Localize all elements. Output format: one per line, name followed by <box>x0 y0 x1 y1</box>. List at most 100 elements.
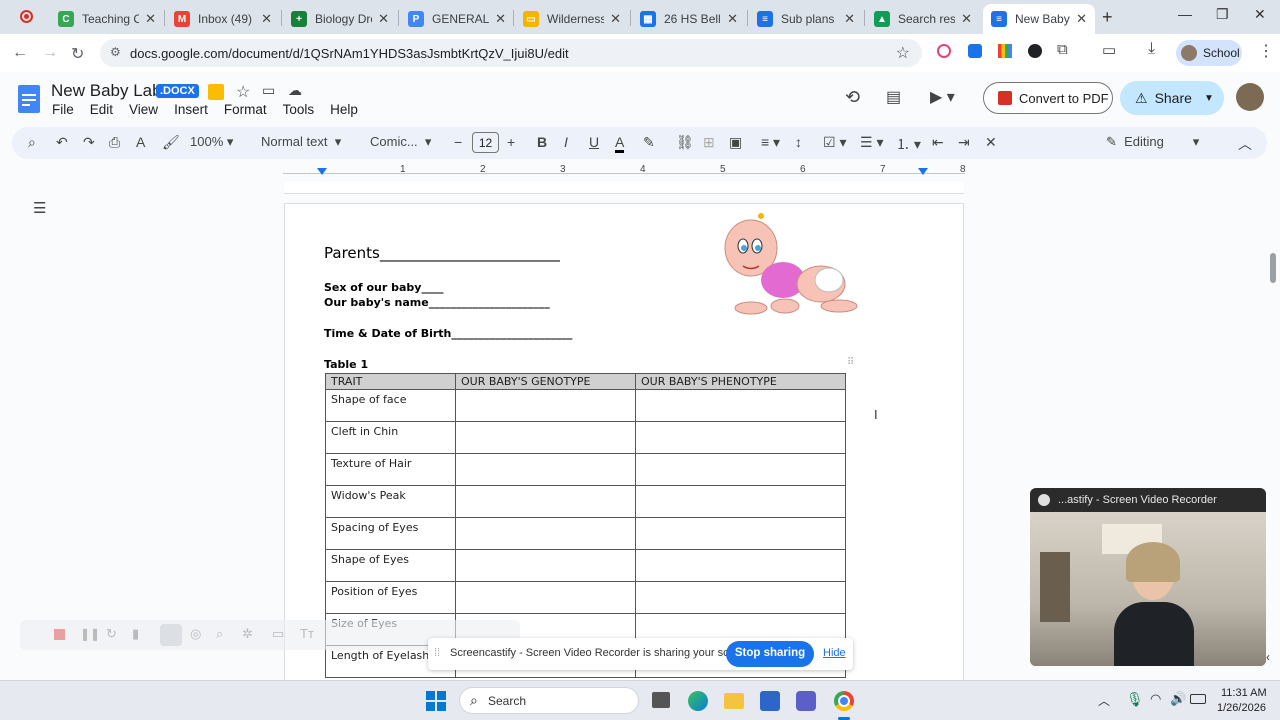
baby-clipart[interactable] <box>721 210 863 320</box>
link-icon[interactable]: ⛓ <box>676 134 694 151</box>
version-history-icon[interactable]: ⟲ <box>845 87 860 108</box>
close-window-icon[interactable]: ✕ <box>1254 6 1266 23</box>
stop-record-icon[interactable] <box>54 629 65 640</box>
clear-format-icon[interactable]: ✕ <box>985 134 997 151</box>
paint-format-icon[interactable]: 🖌 <box>162 134 180 151</box>
menu-item-view[interactable]: View <box>129 102 158 117</box>
store-icon[interactable] <box>760 691 780 711</box>
extension-icon[interactable] <box>968 44 982 58</box>
browser-tab[interactable]: ≡ Sub plans 12 ✕ <box>749 4 863 34</box>
zoom-icon[interactable]: ⌕ <box>216 626 223 642</box>
bold-icon[interactable]: B <box>537 134 547 150</box>
extension-badge-icon[interactable] <box>208 84 224 100</box>
phenotype-cell[interactable] <box>635 421 846 454</box>
trait-cell[interactable]: Spacing of Eyes <box>325 517 456 550</box>
genotype-cell[interactable] <box>455 485 636 518</box>
browser-tab[interactable]: ▦ 26 HS Bell Sc ✕ <box>632 4 746 34</box>
collapse-menus-icon[interactable]: ︿ <box>1238 134 1252 154</box>
table-header[interactable]: OUR BABY'S PHENOTYPE <box>635 373 846 390</box>
genotype-cell[interactable] <box>455 549 636 582</box>
tray-chevron-icon[interactable]: ︿ <box>1098 692 1110 709</box>
menu-item-tools[interactable]: Tools <box>283 102 315 117</box>
convert-to-pdf-button[interactable]: Convert to PDF <box>983 82 1113 114</box>
star-icon[interactable]: ☆ <box>236 82 250 102</box>
trash-icon[interactable]: ▮ <box>132 626 139 642</box>
text-color-icon[interactable]: A <box>615 134 625 153</box>
clock-time[interactable]: 11:31 AM <box>1221 687 1267 699</box>
stop-sharing-button[interactable]: Stop sharing <box>726 641 814 667</box>
download-icon[interactable]: ⤓ <box>1148 40 1155 58</box>
forward-icon[interactable]: → <box>42 44 58 62</box>
url-text[interactable]: docs.google.com/document/d/1QSrNAm1YHDS3… <box>130 46 569 61</box>
genotype-cell[interactable] <box>455 453 636 486</box>
genotype-cell[interactable] <box>455 389 636 422</box>
account-avatar[interactable] <box>1236 83 1264 111</box>
increase-font-icon[interactable]: + <box>507 134 515 150</box>
click-highlight-icon[interactable]: ✲ <box>242 626 253 642</box>
numbered-list-icon[interactable]: ⒈ ▾ <box>896 134 921 154</box>
birth-line[interactable]: Time & Date of Birth____________________… <box>324 327 572 340</box>
close-tab-icon[interactable]: ✕ <box>961 11 972 27</box>
right-indent-marker[interactable] <box>918 168 928 175</box>
browser-menu-icon[interactable]: ⋮ <box>1258 41 1274 61</box>
align-icon[interactable]: ≡ ▾ <box>761 134 780 151</box>
reload-icon[interactable]: ↻ <box>71 44 84 64</box>
underline-icon[interactable]: U <box>589 134 599 150</box>
edge-icon[interactable] <box>688 691 708 711</box>
menu-item-format[interactable]: Format <box>224 102 267 117</box>
phenotype-cell[interactable] <box>635 389 846 422</box>
trait-cell[interactable]: Position of Eyes <box>325 581 456 614</box>
menu-item-file[interactable]: File <box>52 102 74 117</box>
table-header[interactable]: OUR BABY'S GENOTYPE <box>455 373 636 390</box>
close-tab-icon[interactable]: ✕ <box>378 11 389 27</box>
record-indicator-icon[interactable] <box>20 10 33 23</box>
font-size-input[interactable]: 12 <box>472 132 499 153</box>
cloud-status-icon[interactable]: ☁ <box>288 82 302 99</box>
close-tab-icon[interactable]: ✕ <box>495 11 506 27</box>
trait-cell[interactable]: Cleft in Chin <box>325 421 456 454</box>
bookmark-star-icon[interactable]: ☆ <box>896 43 910 63</box>
recorder-window[interactable]: ...astify - Screen Video Recorder <box>1030 488 1266 666</box>
spellcheck-icon[interactable]: A <box>136 134 145 150</box>
meet-icon[interactable]: ▶ ▾ <box>930 87 955 107</box>
phenotype-cell[interactable] <box>635 517 846 550</box>
close-tab-icon[interactable]: ✕ <box>610 11 621 27</box>
baby-name-line[interactable]: Our baby's name______________________ <box>324 296 550 309</box>
file-explorer-icon[interactable] <box>724 693 744 709</box>
close-tab-icon[interactable]: ✕ <box>145 11 156 27</box>
expand-chevron-icon[interactable]: ‹ <box>1266 650 1270 664</box>
checklist-icon[interactable]: ☑ ▾ <box>823 134 846 151</box>
outline-icon[interactable]: ☰ <box>33 199 46 217</box>
trait-cell[interactable]: Shape of Eyes <box>325 549 456 582</box>
font-select[interactable]: Comic... ▾ <box>370 134 431 150</box>
bulleted-list-icon[interactable]: ☰ ▾ <box>860 134 883 151</box>
pause-icon[interactable]: ❚❚ <box>80 627 100 641</box>
close-tab-icon[interactable]: ✕ <box>261 11 272 27</box>
browser-tab[interactable]: ▲ Search result ✕ <box>866 4 980 34</box>
text-tool-icon[interactable]: Tт <box>300 626 314 641</box>
tab-search-icon[interactable]: ▭ <box>1102 41 1116 59</box>
taskbar-search[interactable]: ⌕ Search <box>459 687 639 714</box>
editing-mode-select[interactable]: ✎ Editing ▾ <box>1106 134 1199 150</box>
extension-icon[interactable] <box>1028 44 1042 58</box>
print-icon[interactable]: ⎙ <box>109 134 120 151</box>
site-info-icon[interactable]: ⚙ <box>110 45 121 59</box>
rect-icon[interactable]: ▭ <box>272 626 284 642</box>
highlight-icon[interactable]: ✎ <box>643 134 655 151</box>
omnibox[interactable]: ⚙ docs.google.com/document/d/1QSrNAm1YHD… <box>100 39 922 67</box>
menu-item-insert[interactable]: Insert <box>174 102 208 117</box>
table-handle-icon[interactable]: ⠿ <box>847 357 854 368</box>
comments-icon[interactable]: ▤ <box>886 87 901 107</box>
table-caption[interactable]: Table 1 <box>324 358 368 371</box>
decrease-font-icon[interactable]: − <box>454 134 462 150</box>
new-tab-button[interactable]: + <box>1102 7 1113 28</box>
restore-icon[interactable]: ❐ <box>1216 6 1229 23</box>
close-tab-icon[interactable]: ✕ <box>727 11 738 27</box>
sex-line[interactable]: Sex of our baby____ <box>324 281 443 294</box>
left-indent-marker[interactable] <box>317 168 327 175</box>
comment-icon[interactable]: ⊞ <box>703 134 715 151</box>
scrollbar-thumb[interactable] <box>1270 253 1276 283</box>
chrome-icon[interactable] <box>834 691 854 711</box>
zoom-select[interactable]: 100% ▾ <box>190 134 233 150</box>
drag-handle-icon[interactable]: ⁞⁞ <box>434 647 440 659</box>
